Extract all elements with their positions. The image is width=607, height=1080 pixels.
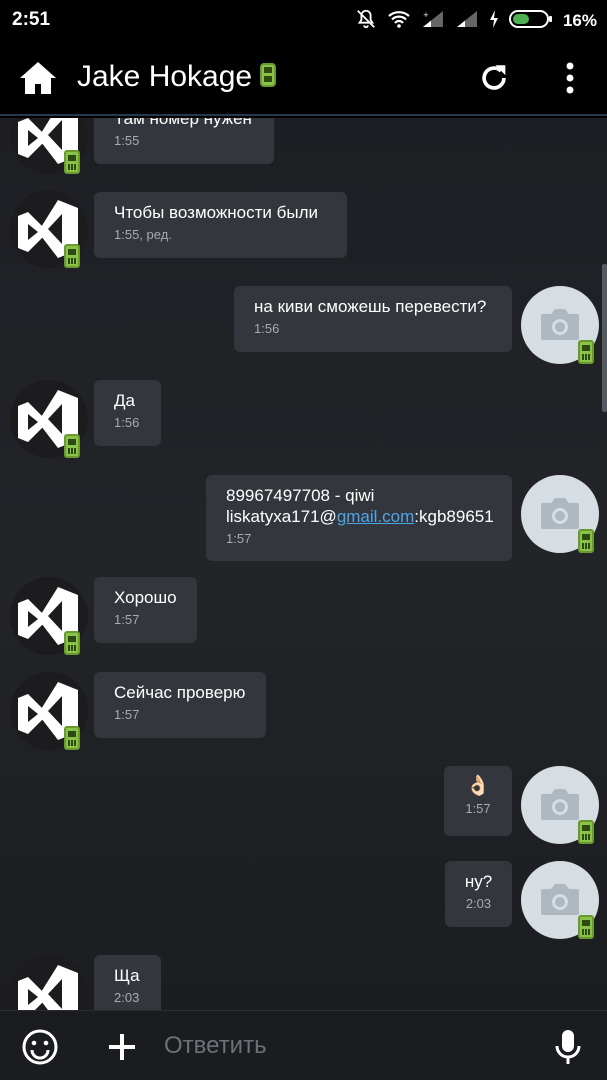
plus-icon — [109, 1034, 135, 1060]
message-incoming[interactable]: Ща 2:03 — [0, 955, 607, 1010]
wifi-icon — [387, 9, 411, 34]
message-bubble[interactable]: 👌🏻 1:57 — [444, 766, 512, 836]
visual-studio-logo-icon — [18, 965, 78, 1010]
message-text: ну? — [464, 872, 493, 891]
message-time: 1:57 — [465, 801, 491, 816]
message-outgoing[interactable]: 89967497708 - qiwi liskatyxa171@gmail.com… — [0, 475, 607, 565]
mobile-badge-icon — [64, 150, 80, 174]
mobile-badge-icon — [578, 340, 594, 364]
message-list[interactable]: Там номер нужен 1:55 Чтобы возможности б… — [0, 118, 607, 1010]
message-incoming[interactable]: Чтобы возможности были 1:55, ред. — [0, 190, 607, 270]
message-bubble[interactable]: Чтобы возможности были 1:55, ред. — [94, 192, 347, 258]
message-time: 1:55 — [114, 133, 140, 148]
message-time: 1:56 — [254, 321, 280, 336]
message-text: Хорошо — [114, 588, 177, 607]
home-button[interactable] — [16, 56, 60, 100]
message-text-line: 89967497708 - qiwi — [226, 486, 375, 505]
message-text-part: liskatyxa171@ — [226, 507, 337, 526]
status-time: 2:51 — [12, 9, 51, 30]
message-bubble[interactable]: Там номер нужен 1:55 — [94, 118, 274, 164]
email-link[interactable]: gmail.com — [337, 507, 414, 526]
contact-avatar[interactable] — [10, 955, 88, 1010]
mobile-badge-icon — [64, 631, 80, 655]
mobile-badge-icon — [578, 529, 594, 553]
refresh-icon — [482, 65, 506, 90]
home-icon — [20, 62, 56, 94]
mobile-badge-icon — [64, 434, 80, 458]
mobile-phone-icon — [260, 62, 277, 92]
more-vertical-icon — [566, 62, 574, 94]
message-time: 1:55, ред. — [114, 227, 172, 242]
message-text: Ща — [114, 966, 140, 985]
emoji-button[interactable] — [20, 1027, 60, 1067]
message-text: Сейчас проверю — [114, 683, 246, 702]
message-outgoing[interactable]: на киви сможешь перевести? 1:56 — [0, 286, 607, 366]
message-bubble[interactable]: 89967497708 - qiwi liskatyxa171@gmail.com… — [206, 475, 512, 561]
message-incoming[interactable]: Там номер нужен 1:55 — [0, 118, 607, 178]
microphone-icon — [555, 1030, 581, 1064]
mobile-badge-icon — [578, 820, 594, 844]
message-time: 2:03 — [465, 896, 492, 911]
battery-percent: 16% — [562, 11, 597, 30]
message-bubble[interactable]: на киви сможешь перевести? 1:56 — [234, 286, 512, 352]
mobile-badge-icon — [578, 915, 594, 939]
chat-title: Jake Hokage — [77, 60, 253, 93]
mute-icon — [355, 8, 377, 35]
message-text: Да — [114, 391, 135, 410]
message-bubble[interactable]: Ща 2:03 — [94, 955, 161, 1010]
app-bar: Jake Hokage — [0, 42, 607, 116]
svg-text:+: + — [423, 11, 429, 19]
message-incoming[interactable]: Хорошо 1:57 — [0, 577, 607, 657]
chat-title-group: Jake Hokage — [77, 60, 277, 94]
message-bubble[interactable]: ну? 2:03 — [445, 861, 512, 927]
message-text-part: :kgb89651 — [414, 507, 494, 526]
signal-icon — [455, 9, 479, 34]
reply-input[interactable] — [164, 1029, 524, 1063]
add-attachment-button[interactable] — [102, 1027, 142, 1067]
mobile-badge-icon — [64, 244, 80, 268]
message-time: 1:57 — [226, 531, 252, 546]
status-bar: 2:51 + 16% — [0, 0, 607, 42]
emoji-icon — [22, 1029, 58, 1065]
mobile-badge-icon — [64, 726, 80, 750]
message-incoming[interactable]: Сейчас проверю 1:57 — [0, 672, 607, 752]
voice-message-button[interactable] — [548, 1025, 588, 1069]
refresh-button[interactable] — [472, 56, 516, 100]
message-bubble[interactable]: Сейчас проверю 1:57 — [94, 672, 266, 738]
message-time: 2:03 — [114, 990, 140, 1005]
message-time: 1:56 — [114, 415, 140, 430]
compose-bar — [0, 1010, 607, 1080]
message-time: 1:57 — [114, 707, 140, 722]
charging-icon — [489, 9, 499, 34]
message-text: 89967497708 - qiwi liskatyxa171@gmail.com… — [226, 485, 494, 527]
message-text: Чтобы возможности были — [114, 203, 318, 222]
message-outgoing[interactable]: ну? 2:03 — [0, 861, 607, 941]
status-icons: + 16% — [355, 8, 597, 34]
more-menu-button[interactable] — [548, 56, 592, 100]
message-bubble[interactable]: Хорошо 1:57 — [94, 577, 197, 643]
signal-icon: + — [421, 9, 445, 34]
message-incoming[interactable]: Да 1:56 — [0, 380, 607, 460]
message-text: на киви сможешь перевести? — [254, 297, 487, 316]
battery-icon — [508, 9, 553, 34]
message-bubble[interactable]: Да 1:56 — [94, 380, 161, 446]
message-time: 1:57 — [114, 612, 140, 627]
message-emoji: 👌🏻 — [465, 775, 491, 797]
message-outgoing[interactable]: 👌🏻 1:57 — [0, 766, 607, 846]
message-text: Там номер нужен — [114, 118, 252, 128]
